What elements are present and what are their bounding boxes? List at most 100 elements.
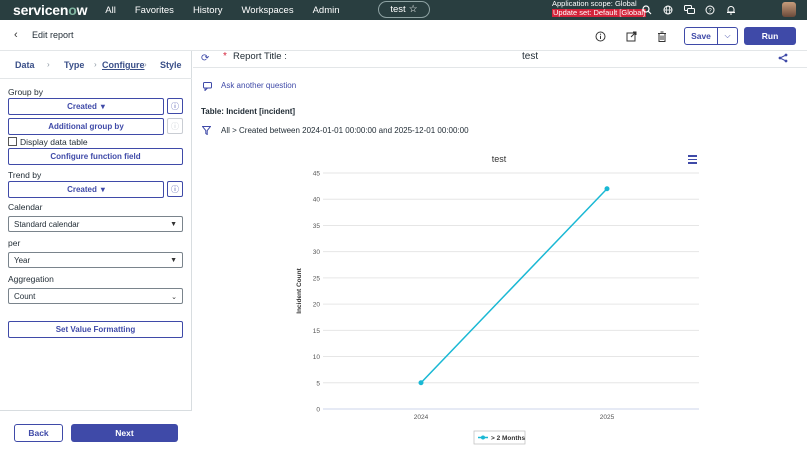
series-line: [420, 188, 608, 384]
x-tick-label: 2024: [414, 414, 429, 421]
top-icons: ?: [640, 2, 738, 18]
y-tick-label: 10: [313, 354, 321, 361]
set-value-formatting-button[interactable]: Set Value Formatting: [8, 321, 183, 338]
y-tick-label: 35: [313, 223, 321, 230]
additional-group-by-label: Additional group by: [48, 122, 124, 131]
report-title-row: ⟳ * Report Title : test: [193, 51, 807, 68]
filter-breadcrumb[interactable]: All > Created between 2024-01-01 00:00:0…: [221, 126, 469, 135]
next-button[interactable]: Next: [71, 424, 178, 442]
filter-icon[interactable]: [201, 126, 212, 137]
legend-label: > 2 Months: [491, 435, 526, 442]
scope-indicator[interactable]: Application scope: Global Update set: De…: [552, 0, 647, 17]
calendar-label: Calendar: [8, 202, 43, 212]
y-axis-label: Incident Count: [296, 267, 303, 313]
data-point: [418, 380, 424, 386]
nav-item-workspaces[interactable]: Workspaces: [242, 5, 294, 16]
report-title-label: Report Title :: [233, 51, 287, 62]
save-dropdown-chevron-icon[interactable]: ⌵: [717, 27, 738, 45]
calendar-select[interactable]: Standard calendar ▼: [8, 216, 183, 232]
trend-by-info-icon[interactable]: ⓘ: [167, 181, 183, 197]
nav-item-favorites[interactable]: Favorites: [135, 5, 174, 16]
y-tick-label: 15: [313, 328, 321, 335]
group-by-select[interactable]: Created ▾: [8, 98, 164, 115]
y-tick-label: 0: [316, 407, 320, 414]
configure-panel: Data › Type › Configure › Style Group by…: [0, 51, 192, 452]
back-button[interactable]: Back: [14, 424, 63, 442]
context-pill[interactable]: test ☆: [378, 1, 430, 18]
caret-down-icon: ▾: [100, 102, 105, 111]
group-by-info-icon[interactable]: ⓘ: [167, 98, 183, 114]
line-chart: test0510152025303540452024 2025Incident C…: [296, 154, 699, 445]
configure-function-field-button[interactable]: Configure function field: [8, 148, 183, 165]
nav-menu: All Favorites History Workspaces Admin: [105, 5, 358, 16]
caret-down-icon: ▾: [100, 185, 105, 194]
y-tick-label: 40: [313, 197, 321, 204]
y-tick-label: 25: [313, 275, 321, 282]
chat-icon[interactable]: [682, 2, 696, 18]
user-avatar[interactable]: [782, 2, 796, 17]
nav-item-all[interactable]: All: [105, 5, 116, 16]
data-point: [604, 186, 610, 192]
top-navigation: servicenow All Favorites History Workspa…: [0, 0, 807, 20]
group-by-label: Group by: [8, 87, 43, 97]
tab-style[interactable]: Style: [160, 60, 182, 70]
required-asterisk: *: [223, 51, 227, 62]
aggregation-select[interactable]: Count ⌄: [8, 288, 183, 304]
per-label: per: [8, 238, 21, 248]
star-icon[interactable]: ☆: [409, 4, 418, 15]
chevron-down-icon: ⌄: [171, 294, 177, 301]
per-value: Year: [14, 255, 31, 265]
y-tick-label: 45: [313, 171, 321, 178]
x-tick-label: 2025: [600, 414, 615, 421]
tab-data[interactable]: Data: [15, 60, 35, 70]
additional-group-by-button[interactable]: Additional group by: [8, 118, 164, 135]
trend-by-label: Trend by: [8, 170, 42, 180]
nav-item-history[interactable]: History: [193, 5, 223, 16]
globe-icon[interactable]: [661, 2, 675, 18]
page-title: Edit report: [32, 30, 74, 40]
caret-down-icon: ▼: [170, 221, 177, 228]
report-title-input[interactable]: test: [522, 51, 538, 62]
tab-configure[interactable]: Configure: [102, 60, 145, 70]
share-icon[interactable]: [778, 53, 788, 65]
chevron-right-icon: ›: [144, 60, 147, 69]
trend-by-select[interactable]: Created ▾: [8, 181, 164, 198]
legend-marker: [481, 435, 485, 440]
info-icon[interactable]: [595, 31, 606, 45]
servicenow-logo[interactable]: servicenow: [13, 2, 87, 18]
nav-item-admin[interactable]: Admin: [313, 5, 340, 16]
refresh-icon[interactable]: ⟳: [201, 53, 209, 64]
chat-bubble-icon: [203, 82, 212, 93]
chevron-right-icon: ›: [94, 60, 97, 69]
save-button[interactable]: Save: [684, 27, 718, 45]
y-tick-label: 20: [313, 302, 321, 309]
context-pill-label: test: [390, 4, 406, 15]
panel-footer: Back Next: [0, 410, 192, 452]
export-icon[interactable]: [626, 31, 637, 45]
ask-another-question-link[interactable]: Ask another question: [221, 81, 296, 90]
help-icon[interactable]: ?: [703, 2, 717, 18]
tab-type[interactable]: Type: [64, 60, 84, 70]
calendar-value: Standard calendar: [14, 219, 80, 229]
trash-icon[interactable]: [657, 31, 667, 45]
display-data-table-checkbox[interactable]: [8, 137, 17, 146]
chart-title: test: [492, 154, 507, 164]
trend-by-value: Created: [67, 185, 97, 194]
per-select[interactable]: Year ▼: [8, 252, 183, 268]
display-data-table-label: Display data table: [20, 137, 88, 147]
aggregation-label: Aggregation: [8, 274, 54, 284]
y-tick-label: 5: [316, 380, 320, 387]
run-button[interactable]: Run: [744, 27, 796, 45]
aggregation-value: Count: [14, 291, 36, 301]
group-by-value: Created: [67, 102, 97, 111]
search-icon[interactable]: [640, 2, 654, 18]
table-label: Table: Incident [incident]: [201, 107, 296, 116]
additional-group-info-icon: ⓘ: [167, 118, 183, 134]
back-chevron-icon[interactable]: ‹: [14, 29, 18, 41]
y-tick-label: 30: [313, 249, 321, 256]
update-set-badge: Update set: Default [Global]: [552, 7, 647, 17]
step-tabs: Data › Type › Configure › Style: [0, 51, 192, 79]
report-header: ‹ Edit report Save ⌵ Run: [0, 20, 807, 51]
bell-icon[interactable]: [724, 2, 738, 18]
report-preview: ⟳ * Report Title : test Ask another ques…: [193, 51, 807, 452]
